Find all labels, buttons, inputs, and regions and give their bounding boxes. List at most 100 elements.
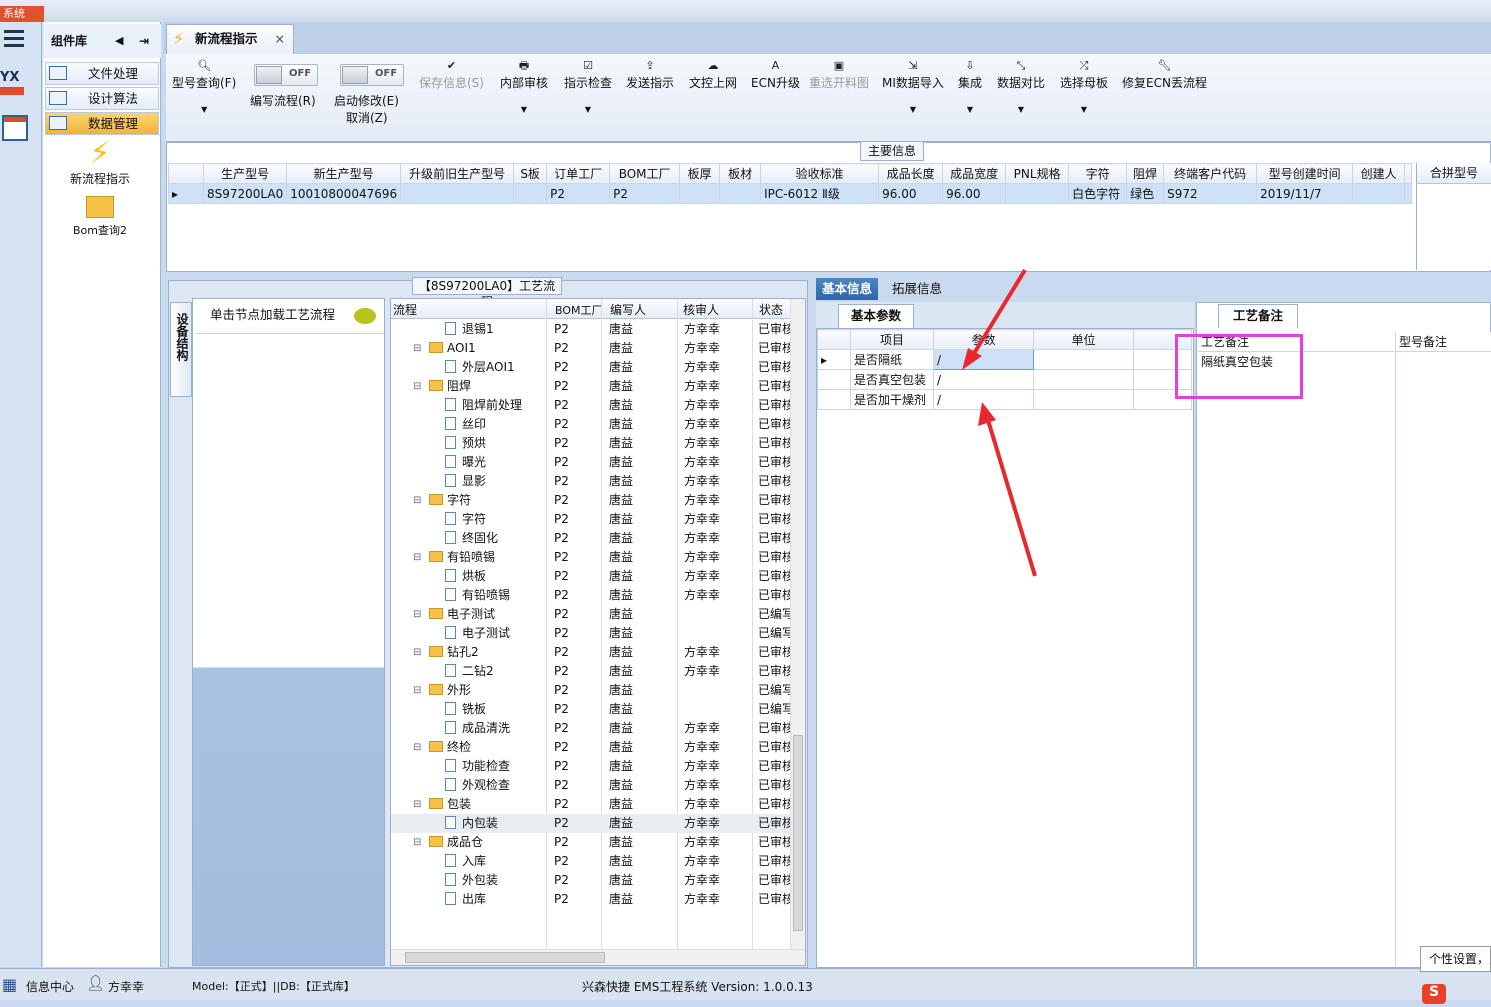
column-header-status[interactable]: 状态: [759, 301, 783, 318]
flow-row[interactable]: 丝印 P2 唐益 方幸幸 已审核: [391, 415, 791, 434]
column-header[interactable]: 创建人: [1352, 163, 1406, 184]
flow-row[interactable]: ⊟ AOI1 P2 唐益 方幸幸 已审核: [391, 339, 791, 358]
flow-row[interactable]: ⊟ 字符 P2 唐益 方幸幸 已审核: [391, 491, 791, 510]
table-cell[interactable]: [400, 183, 515, 204]
reselect-drawing-button[interactable]: ▣ 重选开料图: [809, 58, 869, 91]
flow-row[interactable]: 终固化 P2 唐益 方幸幸 已审核: [391, 529, 791, 548]
table-cell[interactable]: 2019/11/7: [1256, 183, 1354, 204]
component-item-file[interactable]: 文件处理: [45, 62, 159, 85]
windows-icon[interactable]: ▦: [2, 975, 17, 994]
table-cell[interactable]: 10010800047696: [286, 183, 402, 204]
collapse-icon[interactable]: ⊟: [413, 548, 421, 567]
table-cell[interactable]: [679, 183, 721, 204]
table-cell[interactable]: [1352, 183, 1406, 204]
column-header[interactable]: 型号创建时间: [1256, 163, 1354, 184]
tab-basic-params[interactable]: 基本参数: [838, 304, 914, 328]
column-header-writer[interactable]: 编写人: [610, 301, 646, 318]
mi-import-button[interactable]: ⇲ MI数据导入 ▼: [882, 58, 944, 114]
flow-row[interactable]: 电子测试 P2 唐益 已编写: [391, 624, 791, 643]
instruction-check-button[interactable]: ☑ 指示检查 ▼: [564, 58, 612, 114]
save-info-button[interactable]: ✔ 保存信息(S): [419, 58, 484, 91]
collapse-icon[interactable]: ⊟: [413, 795, 421, 814]
component-item-design[interactable]: 设计算法: [45, 87, 159, 110]
close-icon[interactable]: ×: [275, 25, 285, 53]
flow-row[interactable]: 功能检查 P2 唐益 方幸幸 已审核: [391, 757, 791, 776]
column-header[interactable]: 板厚: [679, 163, 721, 184]
system-menu-button[interactable]: 系统: [0, 6, 44, 22]
flow-row[interactable]: 铣板 P2 唐益 已编写: [391, 700, 791, 719]
row-indicator[interactable]: ▸: [817, 349, 851, 370]
flow-row[interactable]: 内包装 P2 唐益 方幸幸 已审核: [391, 814, 791, 833]
info-center-link[interactable]: 信息中心: [26, 978, 74, 995]
dropdown-arrow-icon[interactable]: ▼: [564, 105, 612, 114]
column-header[interactable]: PNL规格: [1005, 163, 1070, 184]
collapse-icon[interactable]: ⊟: [413, 643, 421, 662]
scrollbar-thumb[interactable]: [793, 735, 803, 931]
column-header[interactable]: 板材: [719, 163, 762, 184]
flow-row[interactable]: 有铅喷锡 P2 唐益 方幸幸 已审核: [391, 586, 791, 605]
menu-icon[interactable]: [4, 30, 26, 48]
column-header[interactable]: 终端客户代码: [1163, 163, 1258, 184]
flow-row[interactable]: ⊟ 包装 P2 唐益 方幸幸 已审核: [391, 795, 791, 814]
edit-flow-toggle[interactable]: OFF: [254, 64, 318, 86]
flow-row[interactable]: 退锡1 P2 唐益 方幸幸 已审核: [391, 320, 791, 339]
start-modify-toggle[interactable]: OFF: [340, 64, 404, 86]
column-header[interactable]: 验收标准: [760, 163, 880, 184]
internal-review-button[interactable]: 🖶 内部审核 ▼: [500, 58, 548, 114]
table-cell[interactable]: 96.00: [878, 183, 944, 204]
column-header[interactable]: 成品长度: [878, 163, 944, 184]
flow-vertical-scrollbar[interactable]: [790, 299, 805, 949]
flow-horizontal-scrollbar[interactable]: [391, 949, 805, 965]
flow-row[interactable]: 外层AOI1 P2 唐益 方幸幸 已审核: [391, 358, 791, 377]
data-compare-button[interactable]: ⤡ 数据对比 ▼: [997, 58, 1045, 114]
flow-row[interactable]: 外包装 P2 唐益 方幸幸 已审核: [391, 871, 791, 890]
flow-row[interactable]: ⊟ 阻焊 P2 唐益 方幸幸 已审核: [391, 377, 791, 396]
flow-row[interactable]: ⊟ 终检 P2 唐益 方幸幸 已审核: [391, 738, 791, 757]
tab-basic-info[interactable]: 基本信息: [816, 278, 879, 300]
column-header[interactable]: 生产型号: [202, 163, 288, 184]
flow-row[interactable]: 二钻2 P2 唐益 方幸幸 已审核: [391, 662, 791, 681]
collapse-icon[interactable]: ⊟: [413, 833, 421, 852]
collapse-icon[interactable]: ⊟: [413, 491, 421, 510]
select-master-button[interactable]: ⤮ 选择母板 ▼: [1060, 58, 1108, 114]
flow-row[interactable]: ⊟ 外形 P2 唐益 已编写: [391, 681, 791, 700]
type-query-button[interactable]: 🔍︎ 型号查询(F) ▼: [172, 58, 236, 114]
column-header-bom-factory[interactable]: BOM工厂: [555, 302, 603, 318]
component-item-data[interactable]: 数据管理: [45, 112, 159, 135]
table-cell[interactable]: P2: [609, 183, 681, 204]
calendar-icon[interactable]: [2, 115, 28, 141]
table-cell[interactable]: IPC-6012 Ⅱ级: [760, 183, 880, 204]
flow-row[interactable]: 烘板 P2 唐益 方幸幸 已审核: [391, 567, 791, 586]
pin-icon[interactable]: ⇥: [139, 24, 149, 58]
flow-row[interactable]: 阻焊前处理 P2 唐益 方幸幸 已审核: [391, 396, 791, 415]
flow-row[interactable]: ⊟ 有铅喷锡 P2 唐益 方幸幸 已审核: [391, 548, 791, 567]
flow-row[interactable]: 曝光 P2 唐益 方幸幸 已审核: [391, 453, 791, 472]
dropdown-arrow-icon[interactable]: ▼: [500, 105, 548, 114]
flow-row[interactable]: 出库 P2 唐益 方幸幸 已审核: [391, 890, 791, 909]
column-header-reviewer[interactable]: 核审人: [683, 301, 719, 318]
flow-row[interactable]: 成品清洗 P2 唐益 方幸幸 已审核: [391, 719, 791, 738]
table-cell[interactable]: 8S97200LA0: [202, 183, 288, 204]
row-indicator[interactable]: ▸: [168, 183, 204, 204]
table-cell[interactable]: [513, 183, 548, 204]
column-header[interactable]: 成品宽度: [942, 163, 1007, 184]
collapse-icon[interactable]: ⊟: [413, 681, 421, 700]
flow-row[interactable]: 字符 P2 唐益 方幸幸 已审核: [391, 510, 791, 529]
table-cell[interactable]: 96.00: [942, 183, 1007, 204]
dropdown-arrow-icon[interactable]: ▼: [172, 105, 236, 114]
dropdown-arrow-icon[interactable]: ▼: [882, 105, 944, 114]
flow-row[interactable]: ⊟ 成品仓 P2 唐益 方幸幸 已审核: [391, 833, 791, 852]
column-header[interactable]: 订单工厂: [546, 163, 611, 184]
integrate-button[interactable]: ⇩ 集成 ▼: [958, 58, 982, 114]
column-header[interactable]: S板: [513, 163, 548, 184]
column-header-flow[interactable]: 流程: [393, 301, 417, 318]
tab-extended-info[interactable]: 拓展信息: [886, 278, 948, 300]
table-cell[interactable]: [719, 183, 762, 204]
flow-row[interactable]: 外观检查 P2 唐益 方幸幸 已审核: [391, 776, 791, 795]
collapse-icon[interactable]: ⊟: [413, 605, 421, 624]
collapse-icon[interactable]: ⊟: [413, 738, 421, 757]
flow-row[interactable]: 入库 P2 唐益 方幸幸 已审核: [391, 852, 791, 871]
new-flow-instruction-shortcut[interactable]: ⚡ 新流程指示: [58, 138, 142, 187]
tab-new-flow-instruction[interactable]: ⚡ 新流程指示 ×: [166, 24, 294, 54]
table-cell[interactable]: [1005, 183, 1070, 204]
